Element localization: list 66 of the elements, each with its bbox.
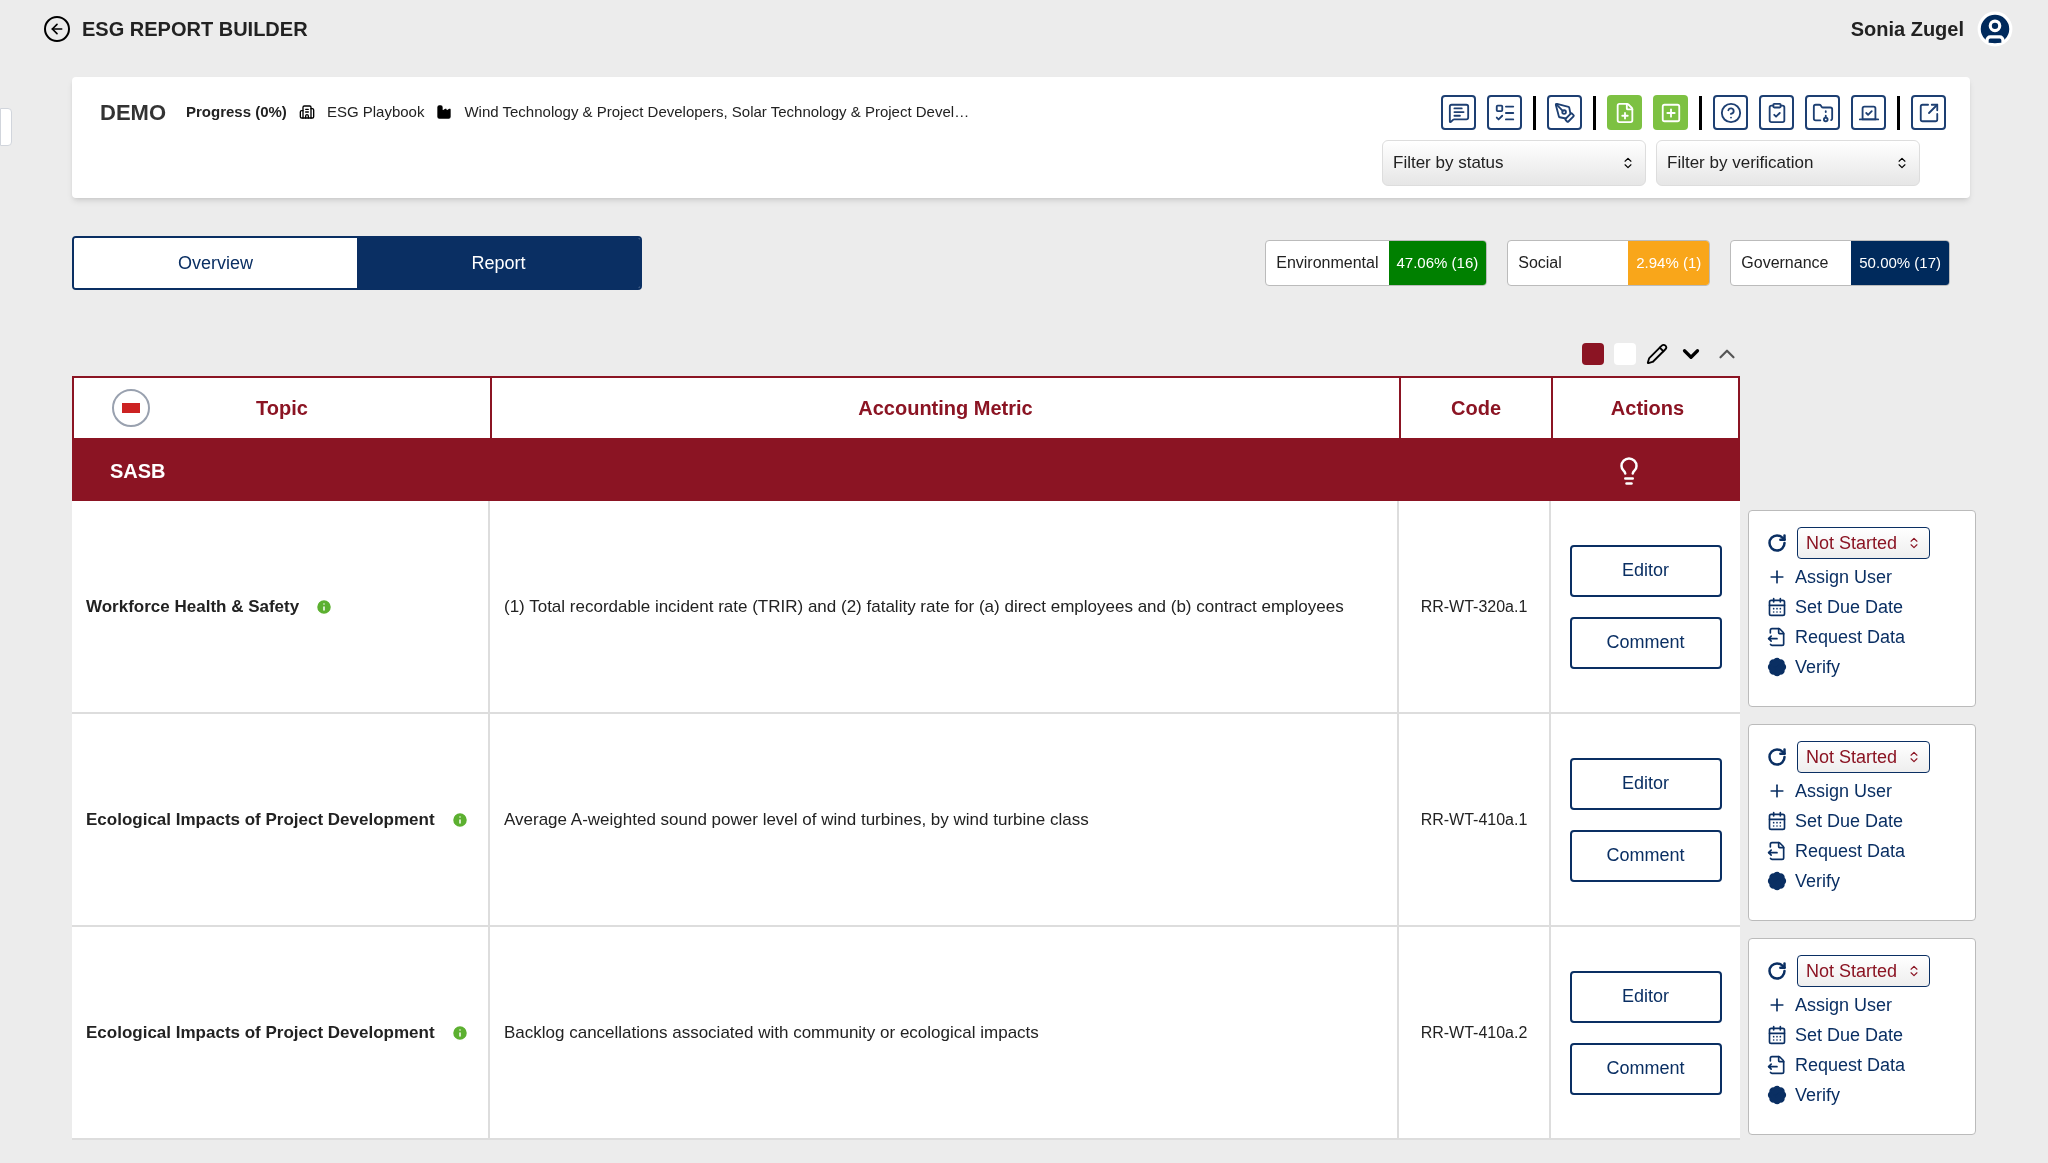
filter-select[interactable]: Filter by status [1382,140,1646,186]
pencil-icon[interactable] [1646,343,1668,365]
status-select[interactable]: Not Started [1797,741,1931,773]
category-score: Social 2.94% (1) [1507,240,1711,286]
building-icon [298,104,315,120]
workflow-link[interactable]: Verify [1795,1081,1841,1109]
section-title: SASB [110,458,166,484]
user-name: Sonia Zugel [1850,17,1964,42]
comments-icon[interactable] [1441,95,1476,130]
status-select[interactable]: Not Started [1797,527,1931,559]
column-header: Accounting Metric [858,396,1033,421]
report-name: DEMO [100,98,166,127]
category-score: Environmental 47.06% (16) [1265,240,1488,286]
score-value: 47.06% (16) [1388,241,1487,285]
workflow-link[interactable]: Set Due Date [1795,807,1904,835]
action-button[interactable]: Editor [1569,544,1722,597]
topic-cell-text: Workforce Health & Safety [86,595,300,618]
action-button[interactable]: Editor [1569,970,1722,1023]
workflow-link[interactable]: Request Data [1795,837,1906,865]
info-icon[interactable] [450,1023,469,1042]
tab[interactable]: Overview [74,238,357,288]
info-icon[interactable] [450,810,469,829]
metric-cell-text: Backlog cancellations associated with community or ecological impacts [504,1021,1039,1044]
code-cell-text: RR-WT-320a.1 [1420,596,1528,617]
status-select[interactable]: Not Started [1797,955,1931,987]
workflow-link[interactable]: Set Due Date [1795,1021,1904,1049]
score-value: 50.00% (17) [1851,241,1949,285]
filter-select[interactable]: Filter by verification [1656,140,1920,186]
info-icon[interactable] [315,597,334,616]
folder-icon[interactable] [1805,95,1840,130]
app-title: ESG REPORT BUILDER [82,17,308,42]
external-link-icon[interactable] [1911,95,1946,130]
action-button[interactable]: Comment [1569,1042,1722,1095]
industries-label: Wind Technology & Project Developers, Solar Technology & Project Devel… [464,101,970,122]
factory-icon [436,104,453,120]
list-icon[interactable] [1487,95,1522,130]
workflow-link[interactable]: Verify [1795,653,1841,681]
topic-cell-text: Ecological Impacts of Project Development [86,1021,435,1044]
score-value: 2.94% (1) [1628,241,1710,285]
progress-label: Progress (0%) [186,101,287,122]
action-button[interactable]: Comment [1569,616,1722,669]
pen-icon[interactable] [1547,95,1582,130]
tab[interactable]: Report [357,238,640,288]
playbook-label: ESG Playbook [326,101,425,122]
back-icon[interactable] [44,16,70,42]
metric-cell-text: Average A-weighted sound power level of wind turbines, by wind turbine class [504,808,1089,831]
workflow-link[interactable]: Assign User [1795,991,1893,1019]
workflow-link[interactable]: Assign User [1795,777,1893,805]
workflow-link[interactable]: Set Due Date [1795,593,1904,621]
code-cell-text: RR-WT-410a.2 [1420,1022,1528,1043]
workflow-link[interactable]: Request Data [1795,623,1906,651]
workflow-link[interactable]: Verify [1795,867,1841,895]
metric-cell-text: (1) Total recordable incident rate (TRIR) and (2) fatality rate for (a) direct employees and (b) contract employees [504,595,1344,618]
action-button[interactable]: Editor [1569,757,1722,810]
action-button[interactable]: Comment [1569,829,1722,882]
help-icon[interactable] [1713,95,1748,130]
workflow-link[interactable]: Assign User [1795,563,1893,591]
color-swatch[interactable] [1582,343,1604,365]
workflow-link[interactable]: Request Data [1795,1051,1906,1079]
code-cell-text: RR-WT-410a.1 [1420,809,1528,830]
column-header: Topic [256,396,308,421]
avatar-icon[interactable] [1976,10,2014,48]
column-header: Code [1451,396,1501,421]
category-score: Governance 50.00% (17) [1730,240,1950,286]
column-header: Actions [1610,396,1685,421]
topic-cell-text: Ecological Impacts of Project Development [86,808,435,831]
